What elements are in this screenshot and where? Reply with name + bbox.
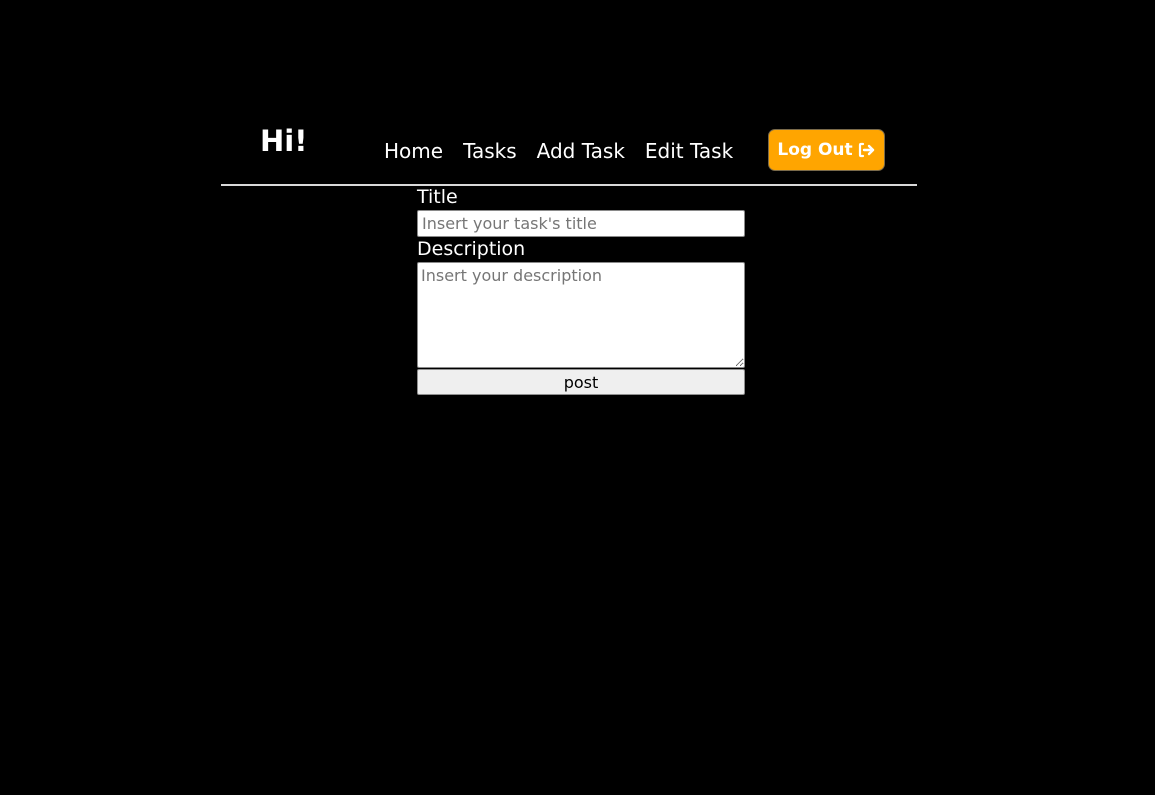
greeting-heading: Hi! — [260, 124, 308, 158]
description-textarea[interactable] — [417, 262, 745, 368]
add-task-form: Title Description post — [417, 185, 745, 395]
title-label: Title — [417, 186, 458, 208]
nav-link-edit-task[interactable]: Edit Task — [645, 137, 733, 165]
logout-button[interactable]: Log Out — [768, 129, 885, 171]
nav-link-home[interactable]: Home — [384, 137, 443, 165]
nav-link-add-task[interactable]: Add Task — [537, 137, 625, 165]
logout-label: Log Out — [777, 140, 853, 160]
page: Hi! Home Tasks Add Task Edit Task Log Ou… — [0, 0, 1155, 795]
nav-link-tasks[interactable]: Tasks — [463, 137, 517, 165]
header: Hi! Home Tasks Add Task Edit Task Log Ou… — [221, 118, 917, 186]
main-nav: Home Tasks Add Task Edit Task — [384, 137, 733, 165]
sign-out-icon — [858, 142, 874, 158]
description-label: Description — [417, 238, 526, 260]
title-input[interactable] — [417, 210, 745, 237]
post-button[interactable]: post — [417, 369, 745, 395]
